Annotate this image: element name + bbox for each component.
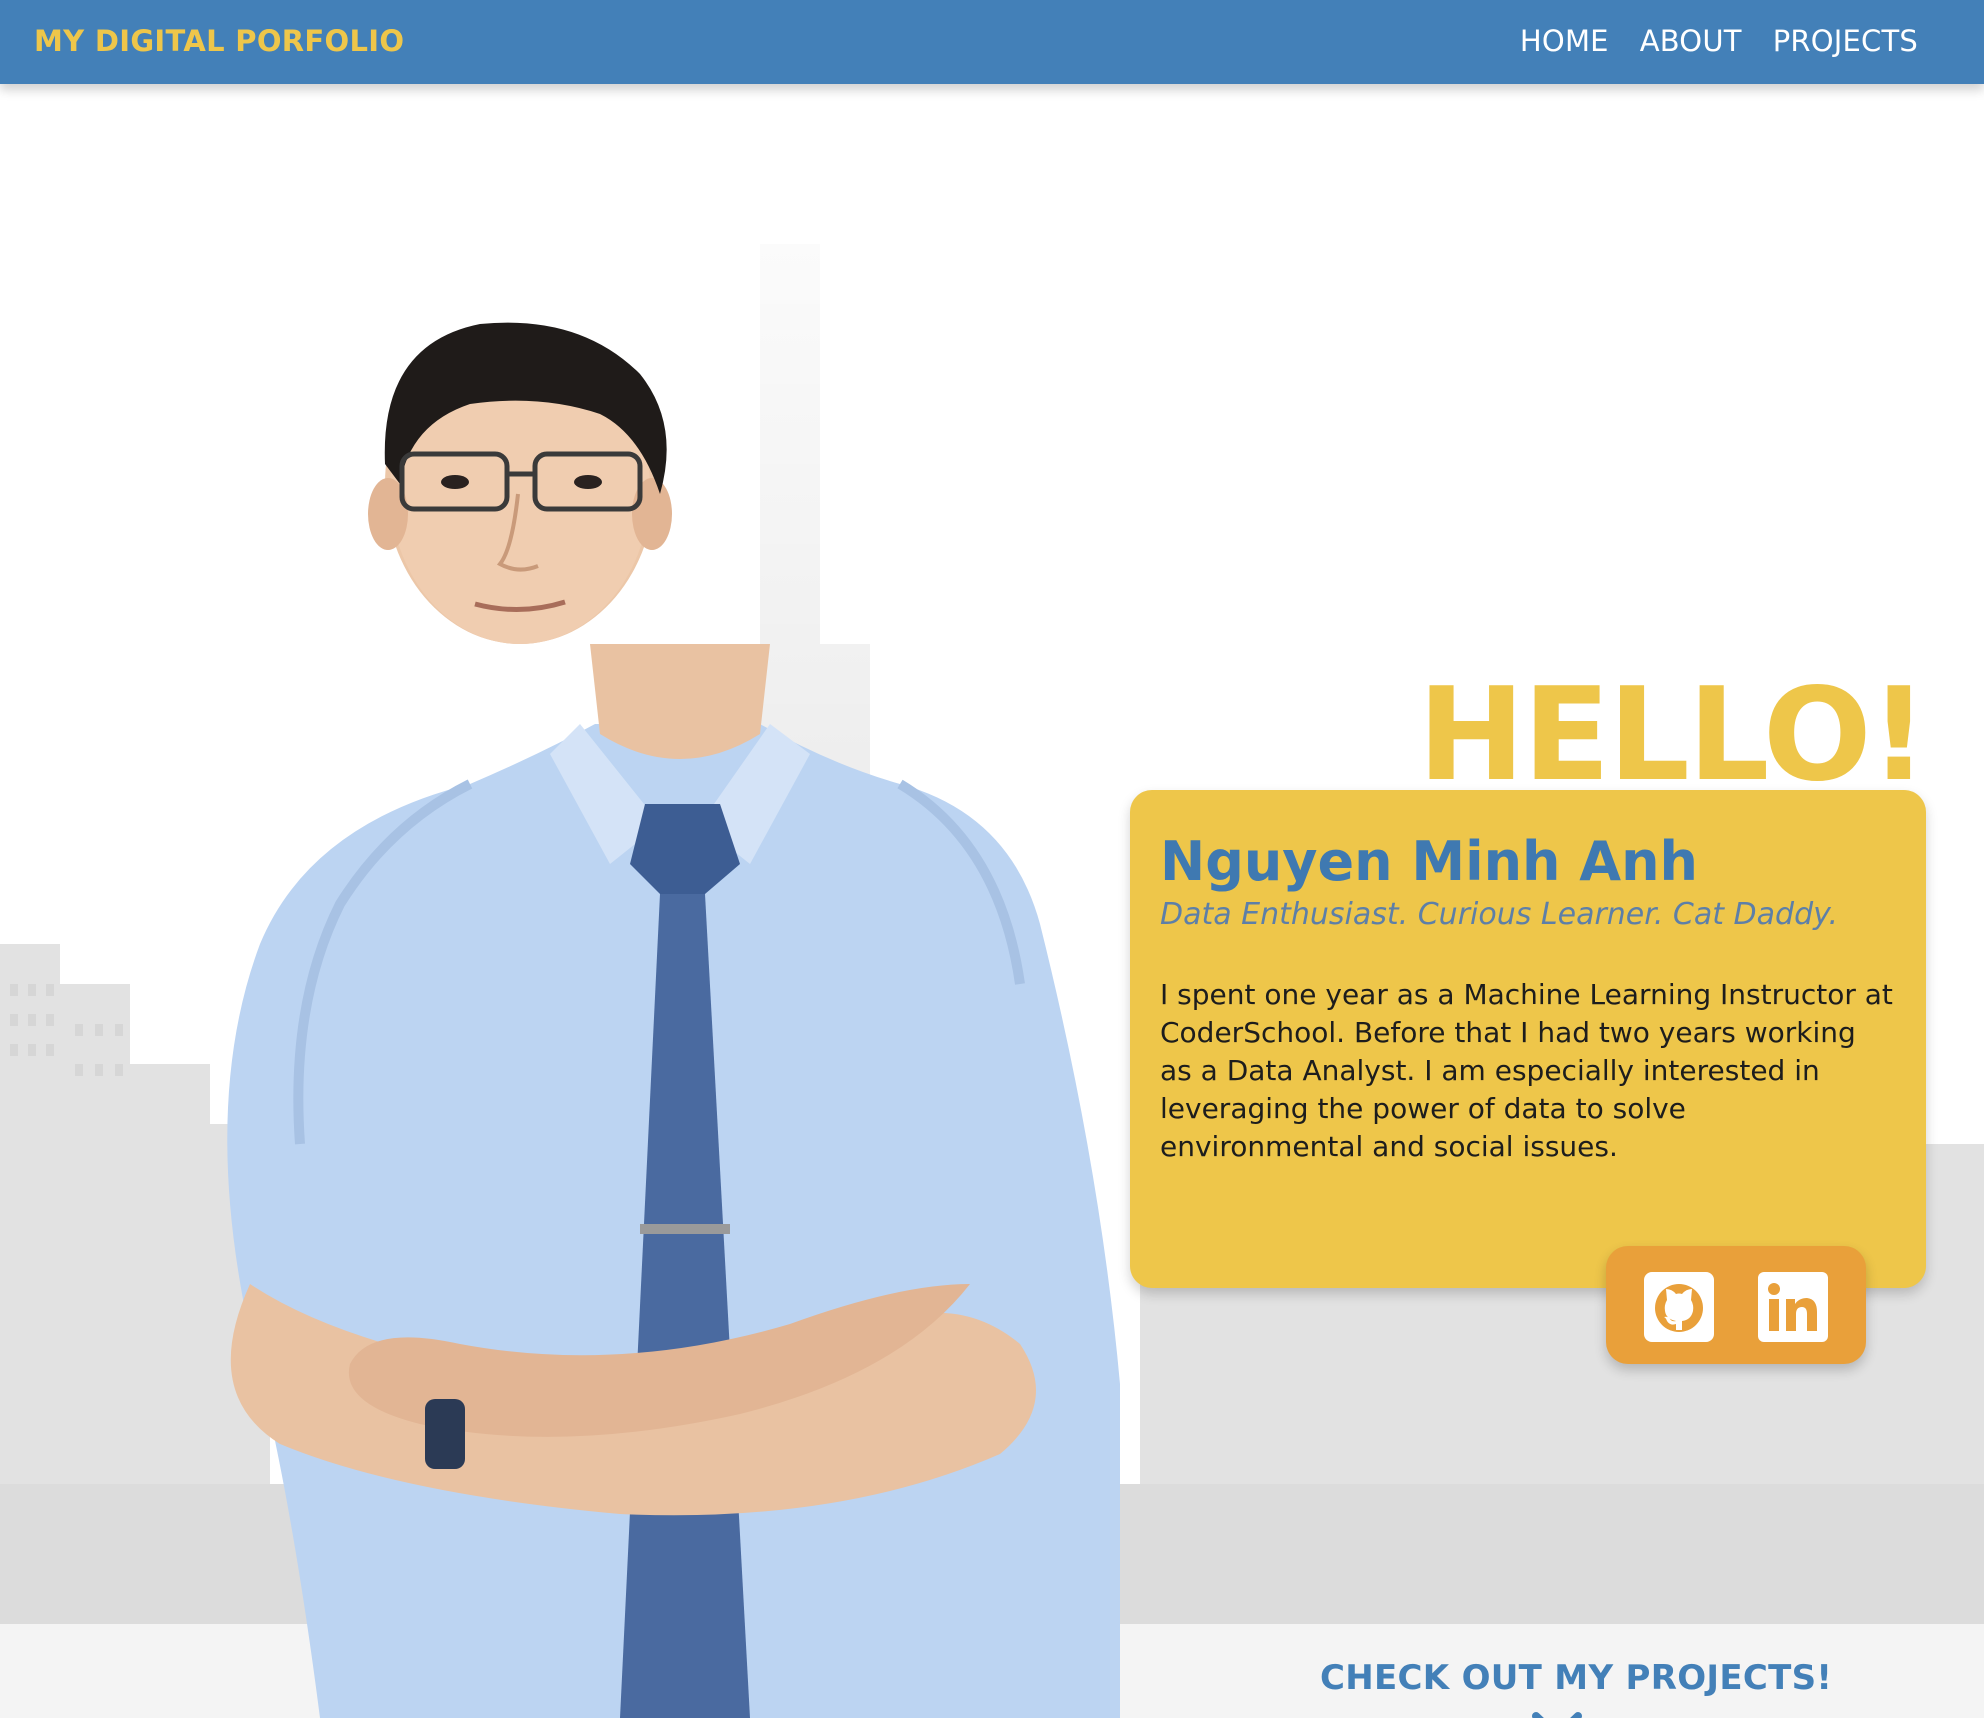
- nav-links: HOME ABOUT PROJECTS: [1520, 24, 1918, 58]
- profile-name: Nguyen Minh Anh: [1160, 830, 1698, 893]
- site-brand[interactable]: MY DIGITAL PORFOLIO: [34, 24, 404, 58]
- chevron-down-icon[interactable]: [1532, 1710, 1582, 1718]
- check-projects-link[interactable]: CHECK OUT MY PROJECTS!: [1320, 1658, 1832, 1698]
- hero-section: HELLO! Nguyen Minh Anh Data Enthusiast. …: [0, 84, 1984, 1718]
- nav-link-about[interactable]: ABOUT: [1640, 24, 1742, 58]
- nav-link-home[interactable]: HOME: [1520, 24, 1609, 58]
- nav-link-projects[interactable]: PROJECTS: [1773, 24, 1918, 58]
- profile-photo: [227, 322, 1121, 1718]
- intro-card: Nguyen Minh Anh Data Enthusiast. Curious…: [1130, 790, 1926, 1288]
- social-links: [1606, 1246, 1866, 1364]
- profile-bio: I spent one year as a Machine Learning I…: [1160, 978, 1893, 1164]
- hello-heading: HELLO!: [1417, 661, 1928, 810]
- linkedin-icon[interactable]: [1758, 1272, 1828, 1342]
- profile-tagline: Data Enthusiast. Curious Learner. Cat Da…: [1160, 897, 1839, 933]
- top-navbar: MY DIGITAL PORFOLIO HOME ABOUT PROJECTS: [0, 0, 1984, 84]
- github-icon[interactable]: [1644, 1272, 1714, 1342]
